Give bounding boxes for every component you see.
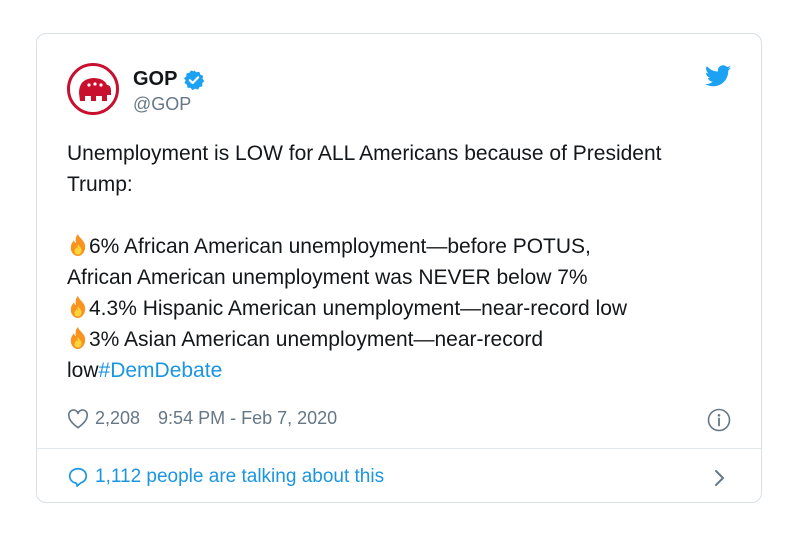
stat-hispanic-american: 4.3% Hispanic American unemployment—near…: [89, 297, 628, 320]
tweet-line: Unemployment is LOW for ALL Americans be…: [67, 142, 662, 165]
stat-african-american-note: African American unemployment was NEVER …: [67, 266, 588, 289]
tweet-text: Unemployment is LOW for ALL Americans be…: [67, 138, 737, 386]
like-count[interactable]: 2,208: [95, 408, 140, 429]
display-name[interactable]: GOP: [133, 68, 177, 91]
stat-asian-american: 3% Asian American unemployment—near-reco…: [89, 328, 544, 351]
info-circle-icon[interactable]: [707, 408, 731, 432]
tweet-card[interactable]: GOP @GOP Unemployment is LOW for ALL Ame…: [36, 33, 762, 503]
tweet-meta-row: 2,208 9:54 PM - Feb 7, 2020: [67, 408, 337, 429]
heart-icon[interactable]: [67, 408, 89, 429]
chevron-right-icon[interactable]: [713, 468, 727, 488]
fire-emoji-icon: [70, 234, 86, 256]
tweet-line: Trump:: [67, 173, 133, 196]
hashtag-link[interactable]: #DemDebate: [99, 359, 223, 382]
conversation-count[interactable]: 1,112 people are talking about this: [95, 466, 384, 488]
speech-bubble-icon: [68, 467, 88, 487]
stat-asian-american-tail: low: [67, 359, 99, 382]
author-handle[interactable]: @GOP: [133, 94, 191, 115]
fire-emoji-icon: [70, 296, 86, 318]
stat-african-american: 6% African American unemployment—before …: [89, 235, 591, 258]
tweet-timestamp[interactable]: 9:54 PM - Feb 7, 2020: [158, 408, 337, 429]
fire-emoji-icon: [70, 327, 86, 349]
divider: [37, 448, 761, 449]
conversation-link[interactable]: 1,112 people are talking about this: [67, 466, 384, 488]
twitter-bird-icon[interactable]: [705, 65, 731, 87]
gop-avatar[interactable]: [67, 63, 119, 115]
author-name-row[interactable]: GOP: [133, 68, 205, 91]
verified-badge-icon: [184, 69, 205, 90]
